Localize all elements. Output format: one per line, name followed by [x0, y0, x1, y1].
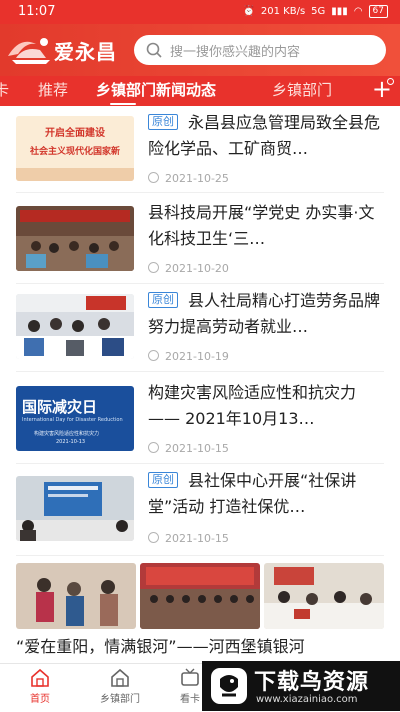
clock-icon	[148, 172, 159, 183]
news-item[interactable]: 开启全面建设 社会主义现代化国家新 原创 永昌县应急管理局致全县危险化学品、工矿商…	[0, 110, 400, 190]
news-date-text: 2021-10-15	[165, 442, 229, 455]
clock-icon	[148, 350, 159, 361]
status-time: 11:07	[18, 4, 56, 19]
app-logo[interactable]: 爱永昌	[6, 30, 126, 70]
gallery-photo	[140, 563, 260, 629]
news-item[interactable]: 国际减灾日 International Day for Disaster Red…	[0, 376, 400, 460]
news-date-text: 2021-10-20	[165, 262, 229, 275]
notification-dot-icon	[387, 78, 394, 85]
news-date: 2021-10-25	[148, 172, 229, 185]
thumb-title: 国际减灾日	[22, 398, 98, 416]
search-input[interactable]: 搜一搜你感兴趣的内容	[134, 35, 386, 65]
search-placeholder: 搜一搜你感兴趣的内容	[170, 45, 301, 60]
tab-recommend[interactable]: 推荐	[38, 79, 68, 100]
thumb-date: 2021-10-13	[56, 439, 86, 445]
original-badge: 原创	[148, 114, 178, 130]
nav-home[interactable]: 首页	[10, 668, 70, 705]
tab-partial[interactable]: 卡	[0, 79, 9, 100]
thumb-banner-image: 开启全面建设 社会主义现代化国家新	[16, 116, 134, 181]
divider	[16, 463, 384, 464]
gallery-photo-1	[16, 563, 136, 629]
svg-text:社会主义现代化国家新: 社会主义现代化国家新	[29, 145, 120, 157]
signal-icon: ▮▮▮	[331, 6, 348, 17]
news-title: 构建灾害风险适应性和抗灾力 —— 2021年10月13…	[148, 380, 384, 432]
building-icon	[111, 668, 129, 687]
clock-icon	[148, 532, 159, 543]
news-title: 原创 永昌县应急管理局致全县危险化学品、工矿商贸…	[148, 110, 384, 162]
divider	[16, 192, 384, 193]
gallery-photo-3	[264, 563, 384, 629]
clock-icon	[148, 442, 159, 453]
app-name: 爱永昌	[54, 40, 117, 64]
nav-home-label: 首页	[30, 694, 50, 705]
news-item[interactable]: 原创 县人社局精心打造劳务品牌 努力提高劳动者就业… 2021-10-19	[0, 288, 400, 368]
news-title-text: 构建灾害风险适应性和抗灾力 —— 2021年10月13…	[148, 383, 357, 428]
logo-mark-icon	[8, 38, 50, 64]
thumb-caption: 构建灾害风险适应性和抗灾力	[34, 431, 100, 437]
thumb-training-photo	[16, 294, 134, 359]
news-thumbnail	[16, 294, 134, 359]
news-date-text: 2021-10-25	[165, 172, 229, 185]
home-icon	[31, 668, 49, 687]
divider	[16, 371, 384, 372]
gallery-photo	[264, 563, 384, 629]
news-date: 2021-10-15	[148, 442, 229, 455]
news-title[interactable]: “爱在重阳，情满银河”——河西堡镇银河	[16, 634, 384, 660]
news-thumbnail: 开启全面建设 社会主义现代化国家新	[16, 116, 134, 181]
search-icon	[146, 42, 162, 58]
news-date-text: 2021-10-15	[165, 532, 229, 545]
net-speed: 201 KB/s	[260, 6, 306, 17]
news-date: 2021-10-20	[148, 262, 229, 275]
divider	[16, 283, 384, 284]
nav-town-dept[interactable]: 乡镇部门	[90, 668, 150, 705]
thumb-lecture-photo	[16, 476, 134, 541]
wifi-icon: ◠	[353, 6, 363, 17]
nav-watch-label: 看卡	[180, 694, 200, 705]
news-title-text: 县科技局开展“学党史 办实事·文化科技卫生‘三…	[148, 203, 375, 248]
news-thumbnail	[16, 476, 134, 541]
alarm-icon: ⏰	[242, 6, 255, 17]
news-title-text: 县人社局精心打造劳务品牌 努力提高劳动者就业…	[148, 291, 381, 336]
news-date-text: 2021-10-19	[165, 350, 229, 363]
app-header: 爱永昌 搜一搜你感兴趣的内容	[0, 24, 400, 76]
tab-town-dept[interactable]: 乡镇部门	[272, 79, 332, 100]
svg-text:开启全面建设: 开启全面建设	[45, 126, 105, 139]
news-title-text: 县社保中心开展“社保讲堂”活动 打造社保优…	[148, 471, 357, 516]
news-title: 原创 县社保中心开展“社保讲堂”活动 打造社保优…	[148, 468, 384, 520]
original-badge: 原创	[148, 472, 178, 488]
nav-town-dept-label: 乡镇部门	[100, 694, 140, 705]
news-thumbnail	[16, 206, 134, 271]
active-tab-indicator	[110, 103, 136, 105]
category-tabs: 卡 推荐 乡镇部门新闻动态 乡镇部门 +	[0, 75, 400, 106]
news-title: 原创 县人社局精心打造劳务品牌 努力提高劳动者就业…	[148, 288, 384, 340]
status-bar: 11:07 ⏰ 201 KB/s 5G ▮▮▮ ◠ 67	[0, 0, 400, 24]
news-date: 2021-10-19	[148, 350, 229, 363]
news-gallery[interactable]	[16, 563, 384, 629]
gallery-photo	[16, 563, 136, 629]
thumb-meeting-photo	[16, 206, 134, 271]
original-badge: 原创	[148, 292, 178, 308]
watermark-url: www.xiazainiao.com	[256, 694, 358, 705]
site-watermark: 下载鸟资源 www.xiazainiao.com	[202, 661, 400, 711]
tv-icon	[181, 668, 199, 686]
watermark-logo-icon	[211, 668, 247, 704]
news-date: 2021-10-15	[148, 532, 229, 545]
gallery-photo-2	[140, 563, 260, 629]
status-icons: ⏰ 201 KB/s 5G ▮▮▮ ◠ 67	[242, 5, 388, 18]
news-item[interactable]: 县科技局开展“学党史 办实事·文化科技卫生‘三… 2021-10-20	[0, 196, 400, 280]
clock-icon	[148, 262, 159, 273]
signal-label: 5G	[311, 6, 326, 17]
news-title: 县科技局开展“学党史 办实事·文化科技卫生‘三…	[148, 200, 384, 252]
divider	[16, 555, 384, 556]
news-item[interactable]: 原创 县社保中心开展“社保讲堂”活动 打造社保优… 2021-10-15	[0, 468, 400, 552]
thumb-subtitle: International Day for Disaster Reduction	[22, 417, 123, 423]
news-thumbnail: 国际减灾日 International Day for Disaster Red…	[16, 386, 134, 451]
battery-icon: 67	[368, 5, 388, 18]
tab-town-news[interactable]: 乡镇部门新闻动态	[96, 79, 216, 100]
news-title-text: 永昌县应急管理局致全县危险化学品、工矿商贸…	[148, 113, 381, 158]
watermark-title: 下载鸟资源	[254, 670, 370, 695]
